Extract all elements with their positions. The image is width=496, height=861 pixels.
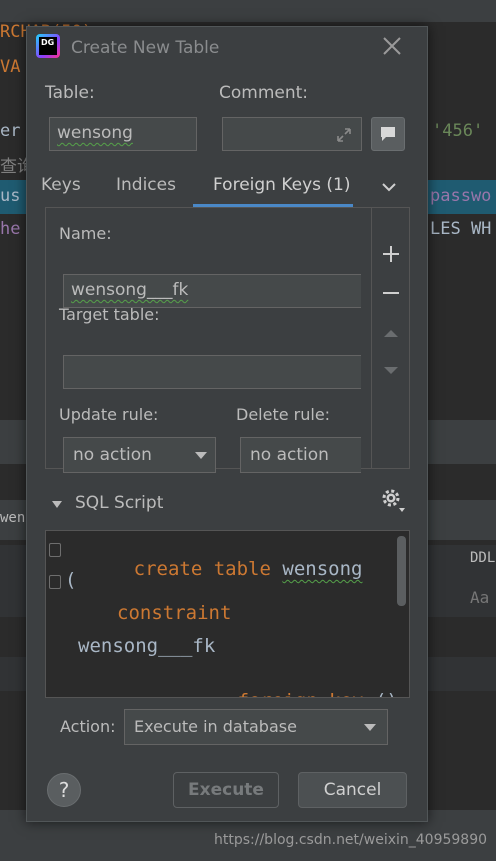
sql-keyword-foreign-key: foreign key [238, 690, 364, 697]
comment-editor-button[interactable] [371, 117, 405, 151]
expand-icon[interactable] [335, 126, 353, 144]
sql-script-label: SQL Script [75, 493, 164, 513]
dialog-titlebar[interactable]: DG Create New Table [27, 27, 427, 69]
tab-keys[interactable]: Keys [41, 175, 81, 195]
datagrip-logo-icon: DG [36, 34, 60, 58]
close-icon[interactable] [381, 35, 403, 57]
chevron-down-icon[interactable] [379, 177, 399, 197]
delete-rule-value: no action [250, 445, 329, 465]
bg-code-6: us [0, 186, 21, 206]
bg-code-11: DDL [470, 550, 496, 566]
bg-code-12: Aa [470, 588, 490, 607]
action-label: Action: [60, 717, 116, 736]
sql-preview-editor[interactable]: create table wensong ( constraint wenson… [45, 530, 410, 698]
move-down-icon[interactable] [381, 360, 401, 380]
execute-button[interactable]: Execute [173, 772, 279, 808]
foreign-key-panel: Name: wensong___fk Target table: Update … [45, 207, 410, 473]
speech-bubble-icon [381, 127, 395, 141]
dropdown-arrow-icon [195, 452, 207, 459]
watermark-text: https://blog.csdn.net/weixin_40959890 [214, 832, 488, 848]
sql-scrollbar-thumb[interactable] [397, 536, 406, 606]
sql-keyword-create: create table [133, 558, 271, 580]
create-table-dialog: DG Create New Table Table: Comment: wens… [26, 26, 428, 822]
sql-script-header[interactable]: SQL Script [47, 489, 409, 519]
sql-constraint-name: wensong___fk [78, 635, 216, 657]
move-up-icon[interactable] [381, 323, 401, 343]
sql-table-name: wensong [282, 558, 363, 580]
comment-label: Comment: [219, 83, 309, 103]
sql-open-paren: ( [65, 569, 77, 591]
sql-keyword-constraint: constraint [117, 602, 232, 624]
fk-name-value: wensong___fk [71, 280, 189, 300]
help-button[interactable]: ? [47, 773, 81, 807]
action-select[interactable]: Execute in database [124, 709, 388, 745]
table-name-input[interactable]: wensong [49, 117, 197, 151]
action-value: Execute in database [134, 717, 297, 736]
dialog-tabs: Keys Indices Foreign Keys (1) [27, 167, 427, 207]
gear-icon[interactable] [379, 486, 407, 514]
bg-code-2: VA [0, 57, 21, 77]
ide-toolbar [0, 0, 496, 22]
cancel-button[interactable]: Cancel [298, 772, 407, 808]
bg-code-7: passwo [430, 186, 492, 206]
bg-code-3: er [0, 121, 21, 141]
fk-toolbar [371, 208, 409, 468]
fold-marker-icon [49, 543, 61, 557]
tab-foreign-keys[interactable]: Foreign Keys (1) [213, 175, 351, 195]
fk-name-label: Name: [59, 224, 112, 243]
add-icon[interactable] [381, 244, 401, 264]
target-table-input[interactable] [63, 355, 361, 389]
bg-code-4: '456' [432, 121, 484, 141]
sql-fk-columns: () [375, 690, 398, 697]
update-rule-value: no action [73, 445, 152, 465]
bg-code-8: he [0, 219, 21, 239]
fk-name-input[interactable]: wensong___fk [63, 274, 361, 308]
delete-rule-select[interactable]: no action [240, 437, 361, 473]
comment-input[interactable] [222, 117, 362, 151]
bg-code-9: LES WH [430, 219, 492, 239]
update-rule-select[interactable]: no action [63, 437, 216, 473]
collapse-triangle-icon [52, 501, 62, 508]
delete-rule-label: Delete rule: [236, 405, 331, 424]
dropdown-arrow-icon [364, 724, 376, 731]
tab-indices[interactable]: Indices [116, 175, 176, 195]
update-rule-label: Update rule: [59, 405, 159, 424]
remove-icon[interactable] [381, 283, 401, 303]
dialog-title: Create New Table [71, 38, 220, 58]
fold-marker-icon [49, 575, 61, 589]
table-name-value: wensong [57, 123, 133, 143]
table-label: Table: [45, 83, 95, 103]
target-table-label: Target table: [59, 305, 160, 324]
bg-code-10: wen [0, 510, 26, 526]
